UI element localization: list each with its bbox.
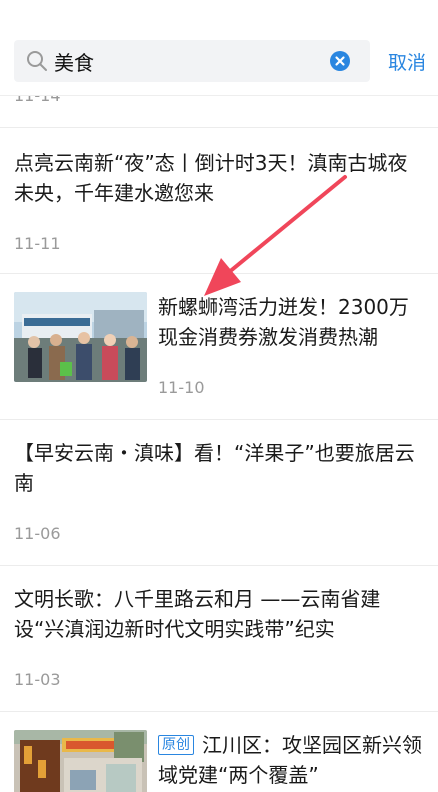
article-date: 11-06 (14, 524, 61, 543)
article-title[interactable]: 新螺蛳湾活力迸发！2300万现金消费券激发消费热潮 (158, 292, 420, 352)
article-title[interactable]: 文明长歌：八千里路云和月 ——云南省建设“兴滇润边新时代文明实践带”纪实 (14, 584, 394, 644)
list-item[interactable]: 原创 江川区：攻坚园区新兴领域党建“两个覆盖” (0, 711, 438, 792)
search-icon (26, 50, 48, 72)
article-thumbnail[interactable] (14, 730, 147, 792)
search-input[interactable]: 美食 (14, 40, 370, 82)
article-title[interactable]: 点亮云南新“夜”态丨倒计时3天！滇南古城夜未央，千年建水邀您来 (14, 148, 414, 208)
search-header: 美食 取消 (0, 0, 438, 96)
article-date: 11-03 (14, 670, 61, 689)
article-title[interactable]: 原创 江川区：攻坚园区新兴领域党建“两个覆盖” (158, 730, 428, 790)
list-item[interactable]: 【早安云南・滇味】看！“洋果子”也要旅居云南 11-06 (0, 419, 438, 565)
list-item[interactable]: 文明长歌：八千里路云和月 ——云南省建设“兴滇润边新时代文明实践带”纪实 11-… (0, 565, 438, 711)
search-query[interactable]: 美食 (54, 47, 330, 76)
article-title[interactable]: 【早安云南・滇味】看！“洋果子”也要旅居云南 (14, 438, 420, 498)
article-title-text: 江川区：攻坚园区新兴领域党建“两个覆盖” (158, 733, 422, 787)
article-thumbnail[interactable] (14, 292, 147, 382)
clear-icon[interactable] (330, 51, 350, 71)
list-item[interactable]: 新螺蛳湾活力迸发！2300万现金消费券激发消费热潮 11-10 (0, 273, 438, 419)
article-date: 11-10 (158, 378, 205, 397)
article-date: 11-11 (14, 234, 61, 253)
cancel-button[interactable]: 取消 (388, 48, 426, 75)
original-tag: 原创 (158, 735, 194, 755)
list-item[interactable]: 点亮云南新“夜”态丨倒计时3天！滇南古城夜未央，千年建水邀您来 11-11 (0, 127, 438, 273)
